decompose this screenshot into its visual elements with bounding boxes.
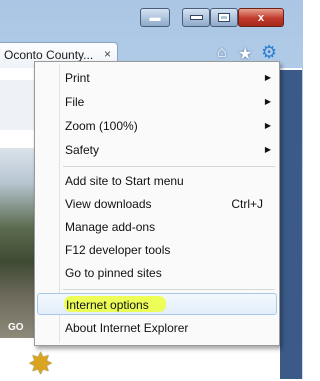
menu-item-about-ie[interactable]: About Internet Explorer [37, 317, 277, 339]
menu-item-internet-options[interactable]: Internet options [37, 293, 277, 315]
maximize-button[interactable] [210, 8, 238, 27]
badge-star-icon: ✸ [28, 348, 54, 381]
extra-icon: ▬ [149, 11, 161, 24]
gear-icon[interactable]: ⚙ [261, 42, 277, 63]
home-icon[interactable]: ⌂ [217, 44, 227, 62]
tab-title: Oconto County... [4, 48, 94, 62]
menu-separator [63, 166, 275, 167]
menu-item-shortcut: Ctrl+J [231, 197, 263, 211]
menu-item-label: Zoom (100%) [65, 119, 138, 133]
submenu-arrow-icon: ▶ [264, 121, 271, 130]
menu-item-file[interactable]: File ▶ [37, 91, 277, 113]
menu-item-view-downloads[interactable]: View downloads Ctrl+J [37, 193, 277, 215]
minimize-button[interactable] [182, 8, 210, 27]
menu-item-safety[interactable]: Safety ▶ [37, 139, 277, 161]
menu-item-label: Safety [65, 143, 100, 157]
close-window-button[interactable]: x [238, 8, 284, 27]
extra-window-button[interactable]: ▬ [140, 8, 170, 27]
menu-item-label: View downloads [65, 197, 152, 211]
menu-item-f12-tools[interactable]: F12 developer tools [37, 239, 277, 261]
menu-item-label: Add site to Start menu [65, 174, 184, 188]
menu-item-label: F12 developer tools [65, 243, 171, 257]
menu-item-label: About Internet Explorer [65, 321, 189, 335]
submenu-arrow-icon: ▶ [264, 73, 271, 82]
page-photo [0, 148, 34, 338]
close-icon: x [257, 11, 265, 24]
page-margin [303, 0, 311, 379]
tools-menu: Print ▶ File ▶ Zoom (100%) ▶ Safety ▶ Ad… [34, 61, 280, 346]
menu-item-add-site[interactable]: Add site to Start menu [37, 170, 277, 192]
submenu-arrow-icon: ▶ [264, 97, 271, 106]
menu-item-label: Manage add-ons [65, 220, 156, 234]
page-sidebar [280, 70, 302, 379]
menu-item-label: File [65, 95, 85, 109]
tab-close-icon[interactable]: × [104, 47, 111, 61]
menu-separator [63, 289, 275, 290]
menu-item-pinned-sites[interactable]: Go to pinned sites [37, 262, 277, 284]
submenu-arrow-icon: ▶ [264, 145, 271, 154]
menu-item-zoom[interactable]: Zoom (100%) ▶ [37, 115, 277, 137]
menu-item-label: Print [65, 71, 90, 85]
menu-item-label: Go to pinned sites [65, 266, 162, 280]
menu-item-manage-add-ons[interactable]: Manage add-ons [37, 216, 277, 238]
menu-item-print[interactable]: Print ▶ [37, 67, 277, 89]
page-banner [0, 80, 34, 130]
maximize-icon [218, 13, 230, 22]
minimize-icon [189, 15, 203, 20]
photo-label: GO [8, 322, 24, 333]
menu-item-label: Internet options [66, 298, 149, 312]
